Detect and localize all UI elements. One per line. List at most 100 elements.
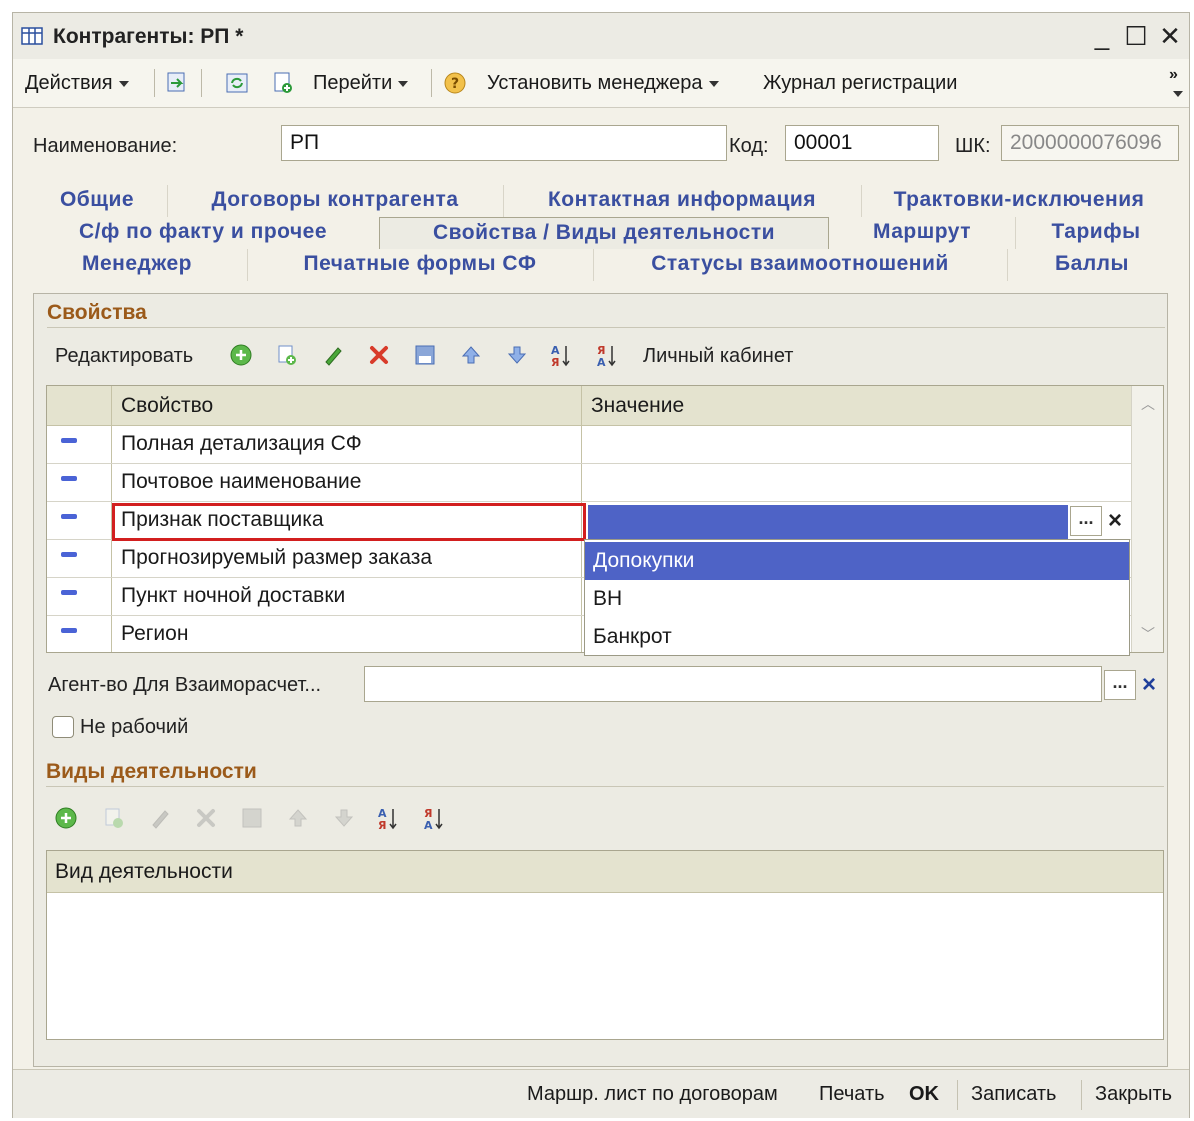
code-label: Код: [729, 135, 769, 157]
highlighted-cell[interactable] [112, 503, 586, 541]
barcode-input[interactable]: 2000000076096 [1001, 125, 1179, 161]
tab-route[interactable]: Маршрут [829, 217, 1016, 249]
code-input[interactable]: 00001 [785, 125, 939, 161]
ok-button[interactable]: OK [909, 1080, 939, 1108]
move-up-icon [288, 809, 308, 827]
table-row[interactable]: Почтовое наименование [47, 464, 1131, 502]
tab-contracts[interactable]: Договоры контрагента [167, 185, 504, 217]
clear-value-button[interactable]: × [1100, 506, 1130, 536]
overflow-chevron-icon[interactable] [1173, 91, 1183, 97]
sort-ascending-icon[interactable]: А Я [549, 343, 573, 367]
section-divider [46, 786, 1164, 787]
row-marker-icon [61, 438, 77, 443]
move-down-icon [334, 809, 354, 827]
value-editor-input[interactable] [588, 505, 1068, 539]
property-name: Полная детализация СФ [121, 432, 362, 455]
refresh-icon[interactable] [225, 71, 249, 95]
edit-icon [152, 810, 169, 829]
dropdown-option[interactable]: ВН [585, 580, 1129, 618]
activities-section-title: Виды деятельности [46, 760, 257, 783]
dropdown-option[interactable]: Банкрот [585, 618, 1129, 656]
not-working-checkbox[interactable] [52, 716, 74, 738]
scroll-up-icon[interactable]: ︿ [1136, 392, 1160, 416]
registration-log-button[interactable]: Журнал регистрации [763, 69, 957, 97]
property-name: Прогнозируемый размер заказа [121, 546, 433, 569]
scrollbar[interactable]: ︿ ﹀ [1131, 386, 1163, 652]
close-window-button[interactable]: ✕ [1155, 21, 1185, 51]
name-input[interactable]: РП [281, 125, 727, 161]
property-name: Регион [121, 622, 189, 645]
tab-row-1: Общие Договоры контрагента Контактная ин… [27, 185, 1175, 217]
svg-text:А: А [597, 356, 606, 367]
tab-tariffs[interactable]: Тарифы [1015, 217, 1177, 249]
properties-section-title: Свойства [47, 301, 147, 324]
help-icon[interactable]: ? [443, 71, 467, 95]
dropdown-option[interactable]: Допокупки [585, 542, 1129, 580]
move-down-icon[interactable] [505, 343, 529, 367]
choose-button[interactable]: ... [1070, 506, 1102, 536]
agency-choose-button[interactable]: ... [1104, 670, 1136, 700]
table-row[interactable]: Полная детализация СФ [47, 426, 1131, 464]
tab-manager[interactable]: Менеджер [27, 249, 248, 281]
save-icon [242, 808, 262, 828]
column-header-property[interactable]: Свойство [121, 388, 213, 424]
barcode-label: ШК: [955, 135, 991, 157]
column-header-activity[interactable]: Вид деятельности [55, 854, 233, 890]
more-icon[interactable]: » [1169, 61, 1178, 89]
close-button[interactable]: Закрыть [1095, 1080, 1172, 1108]
save-button[interactable]: Записать [971, 1080, 1056, 1108]
delete-icon [197, 809, 215, 827]
tab-general[interactable]: Общие [27, 185, 168, 217]
actions-menu[interactable]: Действия [25, 69, 129, 97]
tab-relationship-status[interactable]: Статусы взаимоотношений [593, 249, 1008, 281]
set-manager-menu[interactable]: Установить менеджера [487, 69, 719, 97]
sort-descending-icon[interactable]: Я А [422, 806, 446, 830]
print-button[interactable]: Печать [819, 1080, 885, 1108]
tab-contact-info[interactable]: Контактная информация [503, 185, 862, 217]
edit-icon[interactable] [321, 343, 345, 367]
sort-ascending-icon[interactable]: А Я [376, 806, 400, 830]
svg-text:?: ? [451, 76, 459, 92]
row-marker-icon [61, 628, 77, 633]
column-header-value[interactable]: Значение [591, 388, 684, 424]
goto-menu[interactable]: Перейти [313, 69, 409, 97]
agency-input[interactable] [364, 666, 1102, 702]
svg-text:А: А [424, 819, 433, 830]
copy-icon[interactable] [275, 343, 299, 367]
section-divider [47, 327, 1165, 328]
sort-descending-icon[interactable]: Я А [595, 343, 619, 367]
chevron-down-icon [118, 80, 129, 87]
edit-menu[interactable]: Редактировать [55, 345, 193, 368]
delete-icon[interactable] [367, 343, 391, 367]
agency-label: Агент-во Для Взаиморасчет... [48, 674, 322, 696]
tab-properties-activities[interactable]: Свойства / Виды деятельности [379, 217, 829, 249]
row-marker-icon [61, 476, 77, 481]
new-document-icon[interactable] [271, 71, 295, 95]
copy-icon [105, 808, 123, 828]
add-icon[interactable] [54, 806, 78, 830]
personal-cabinet-button[interactable]: Личный кабинет [643, 345, 793, 368]
row-marker-icon [61, 590, 77, 595]
agency-clear-button[interactable]: × [1134, 670, 1164, 700]
route-sheet-button[interactable]: Маршр. лист по договорам [527, 1080, 778, 1108]
toolbar-divider [154, 69, 155, 97]
tab-invoices[interactable]: С/ф по факту и прочее [27, 217, 380, 249]
maximize-button[interactable]: ☐ [1121, 21, 1151, 51]
name-label: Наименование: [33, 135, 178, 157]
row-marker-icon [61, 514, 77, 519]
minimize-button[interactable]: _ [1087, 21, 1117, 51]
save-icon[interactable] [413, 343, 437, 367]
not-working-label: Не рабочий [80, 716, 189, 738]
add-icon[interactable] [229, 343, 253, 367]
tab-print-forms[interactable]: Печатные формы СФ [247, 249, 594, 281]
property-name: Почтовое наименование [121, 470, 362, 493]
tab-points[interactable]: Баллы [1007, 249, 1177, 281]
row-marker-icon [61, 552, 77, 557]
move-up-icon[interactable] [459, 343, 483, 367]
tab-exceptions[interactable]: Трактовки-исключения [861, 185, 1177, 217]
svg-text:Я: Я [551, 356, 559, 367]
scroll-down-icon[interactable]: ﹀ [1136, 622, 1160, 646]
toolbar-divider [201, 69, 202, 97]
import-icon[interactable] [165, 71, 189, 95]
chevron-down-icon [708, 80, 719, 87]
